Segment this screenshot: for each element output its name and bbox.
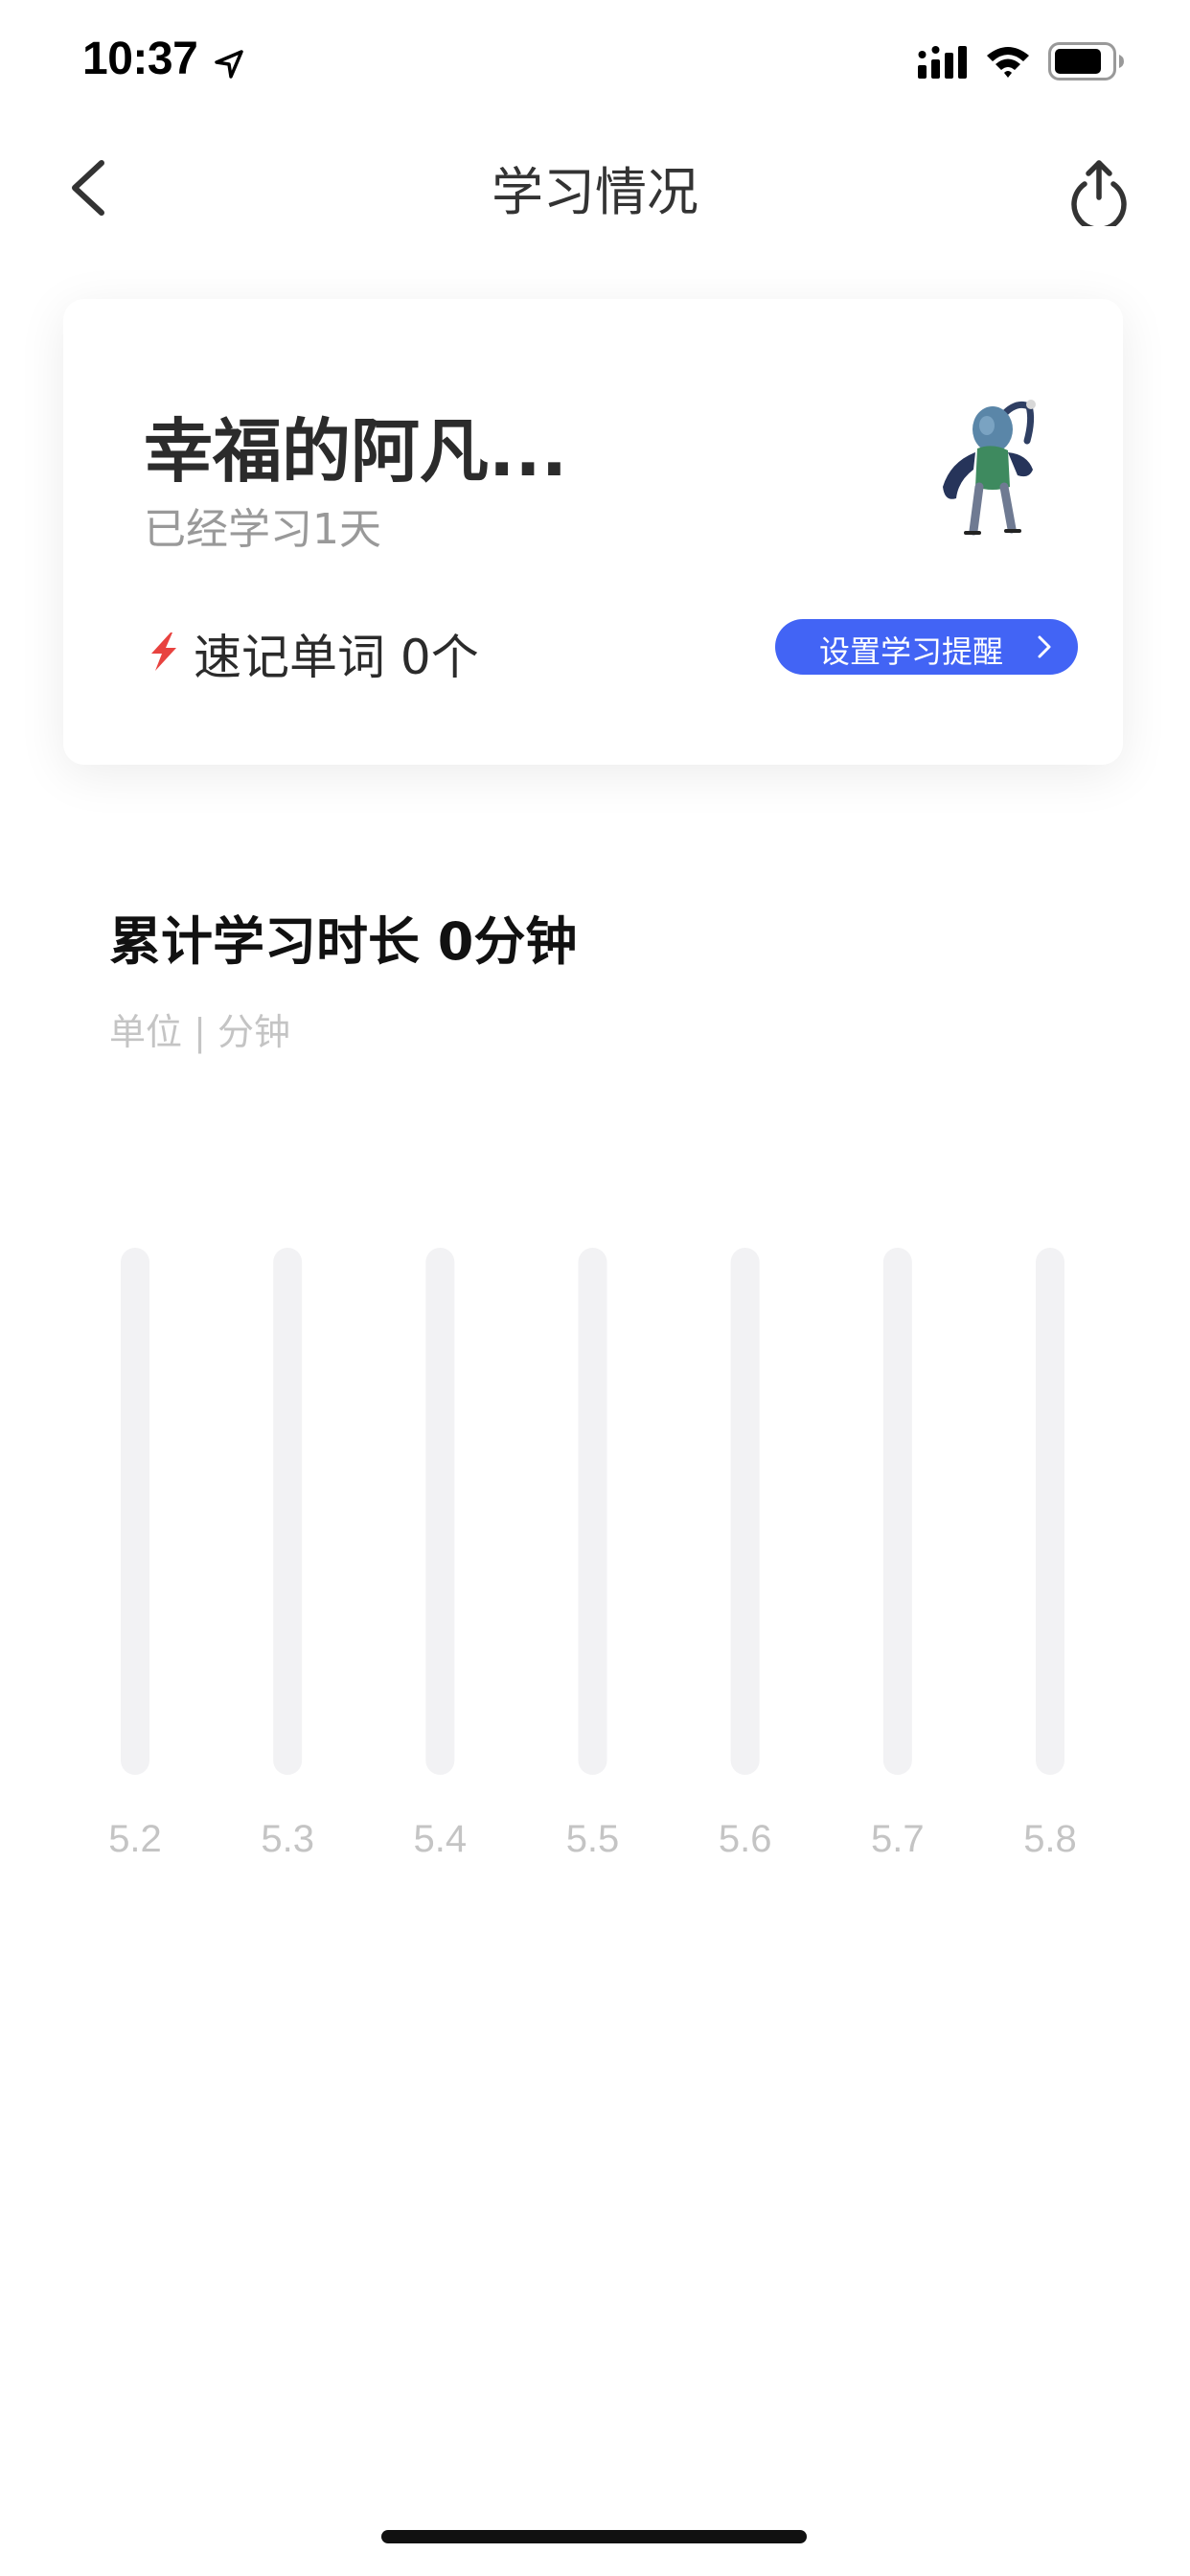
x-tick-label: 5.3: [261, 1818, 314, 1860]
profile-card: 幸福的阿凡... 已经学习1天 速记单词 0个 设置学习提醒: [63, 299, 1123, 765]
bar-track: [730, 1248, 760, 1775]
status-time: 10:37: [82, 34, 198, 84]
lightning-icon: [151, 632, 176, 671]
home-indicator[interactable]: [381, 2530, 807, 2543]
bar-track: [578, 1248, 607, 1775]
set-reminder-label: 设置学习提醒: [819, 633, 1004, 670]
page-title: 学习情况: [492, 162, 698, 222]
bar-track: [1036, 1248, 1064, 1775]
x-tick-label: 5.5: [566, 1818, 620, 1860]
x-tick-label: 5.6: [719, 1818, 772, 1860]
set-reminder-button[interactable]: 设置学习提醒: [775, 619, 1078, 675]
x-tick-label: 5.8: [1023, 1818, 1077, 1860]
study-duration-chart: 5.2 5.3 5.4 5.5 5.6 5.7 5.8: [108, 1248, 1077, 1860]
x-tick-label: 5.4: [414, 1818, 468, 1860]
bar-track: [882, 1248, 912, 1775]
quick-words-count: 速记单词 0个: [194, 630, 479, 685]
bar-track: [425, 1248, 455, 1775]
bar-track: [273, 1248, 303, 1775]
user-name: 幸福的阿凡...: [144, 411, 568, 492]
signal-icon: [918, 46, 967, 79]
study-days: 已经学习1天: [144, 505, 381, 554]
x-tick-label: 5.2: [108, 1818, 162, 1860]
x-tick-label: 5.7: [871, 1818, 925, 1860]
chart-title: 累计学习时长 0分钟: [109, 911, 578, 972]
status-bar: 10:37: [0, 0, 1190, 134]
avatar[interactable]: [910, 387, 1073, 550]
chart-unit: 单位 | 分钟: [109, 1011, 290, 1053]
wifi-icon: [987, 47, 1029, 78]
bar-track: [121, 1248, 149, 1775]
location-arrow-icon: [215, 50, 243, 79]
chevron-right-icon: [1038, 635, 1051, 658]
battery-icon: [1048, 42, 1124, 80]
share-icon[interactable]: [1064, 155, 1134, 226]
